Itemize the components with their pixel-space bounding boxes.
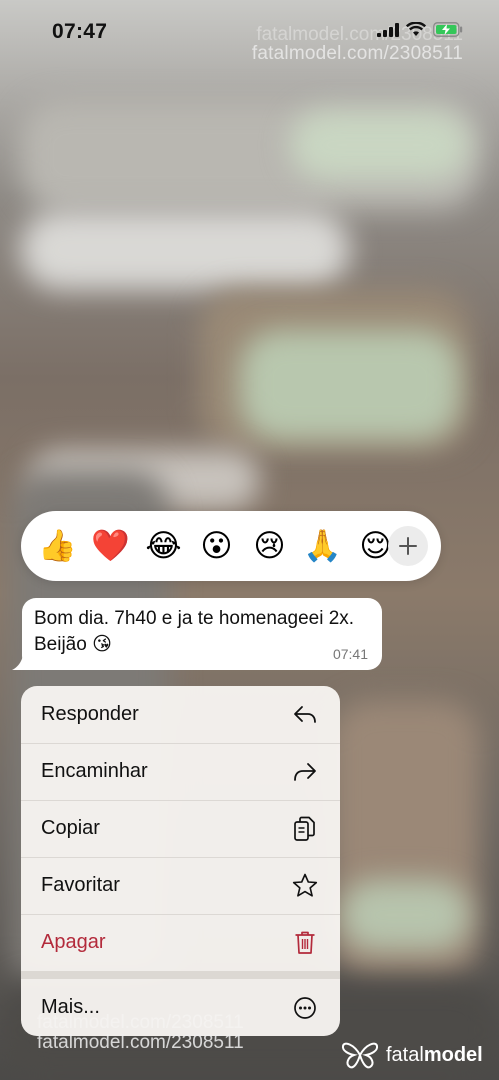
star-icon <box>292 873 318 899</box>
reaction-bar: 👍 ❤️ 😂 😮 😢 🙏 😌 <box>21 511 441 581</box>
clock: 07:47 <box>52 20 108 43</box>
menu-item-delete[interactable]: Apagar <box>21 914 340 971</box>
copy-icon <box>292 816 318 842</box>
menu-item-copy[interactable]: Copiar <box>21 800 340 857</box>
menu-item-favorite[interactable]: Favoritar <box>21 857 340 914</box>
watermark-ghost-bottom: fatalmodel.com/2308511 <box>37 1012 244 1033</box>
thumbs-up-reaction[interactable]: 👍 <box>31 511 84 581</box>
forward-icon <box>292 759 318 785</box>
menu-item-label: Apagar <box>41 931 106 953</box>
message-bubble[interactable]: Bom dia. 7h40 e ja te homenageei 2x. Bei… <box>22 598 382 670</box>
brand-text-light: fatal <box>386 1043 424 1066</box>
menu-item-label: Encaminhar <box>41 760 148 782</box>
crying-reaction[interactable]: 😢 <box>243 511 296 581</box>
menu-item-label: Favoritar <box>41 874 120 896</box>
cellular-signal-icon <box>377 22 399 37</box>
message-timestamp: 07:41 <box>332 646 368 662</box>
menu-item-label: Copiar <box>41 817 100 839</box>
menu-item-reply[interactable]: Responder <box>21 686 340 743</box>
battery-charging-icon <box>433 22 463 37</box>
watermark-brand-logo: fatalmodel <box>340 1040 483 1070</box>
more-reactions-button[interactable] <box>388 526 428 566</box>
watermark-bottom: fatalmodel.com/2308511 <box>37 1032 244 1053</box>
surprised-reaction[interactable]: 😮 <box>190 511 243 581</box>
wifi-icon <box>406 22 426 36</box>
message-context-menu: Responder Encaminhar Copiar Favoritar Ap… <box>21 686 340 1036</box>
watermark-top: fatalmodel.com/2308511 <box>251 43 463 64</box>
menu-item-label: Responder <box>41 703 139 725</box>
watermark-brand-text: fatalmodel <box>386 1044 483 1067</box>
menu-group-separator <box>21 971 340 979</box>
menu-item-forward[interactable]: Encaminhar <box>21 743 340 800</box>
message-text: Bom dia. 7h40 e ja te homenageei 2x. Bei… <box>34 608 355 655</box>
status-bar: 07:47 fatalmodel.com/2308511 fatalmodel.… <box>0 0 499 64</box>
praying-hands-reaction[interactable]: 🙏 <box>296 511 349 581</box>
status-icons <box>377 22 463 37</box>
heart-reaction[interactable]: ❤️ <box>84 511 137 581</box>
brand-text-bold: model <box>423 1043 483 1066</box>
butterfly-logo-icon <box>341 1042 379 1069</box>
plus-icon <box>399 537 417 555</box>
reply-icon <box>292 702 318 728</box>
trash-icon <box>292 930 318 956</box>
tears-of-joy-reaction[interactable]: 😂 <box>137 511 190 581</box>
ellipsis-circle-icon <box>292 995 318 1021</box>
